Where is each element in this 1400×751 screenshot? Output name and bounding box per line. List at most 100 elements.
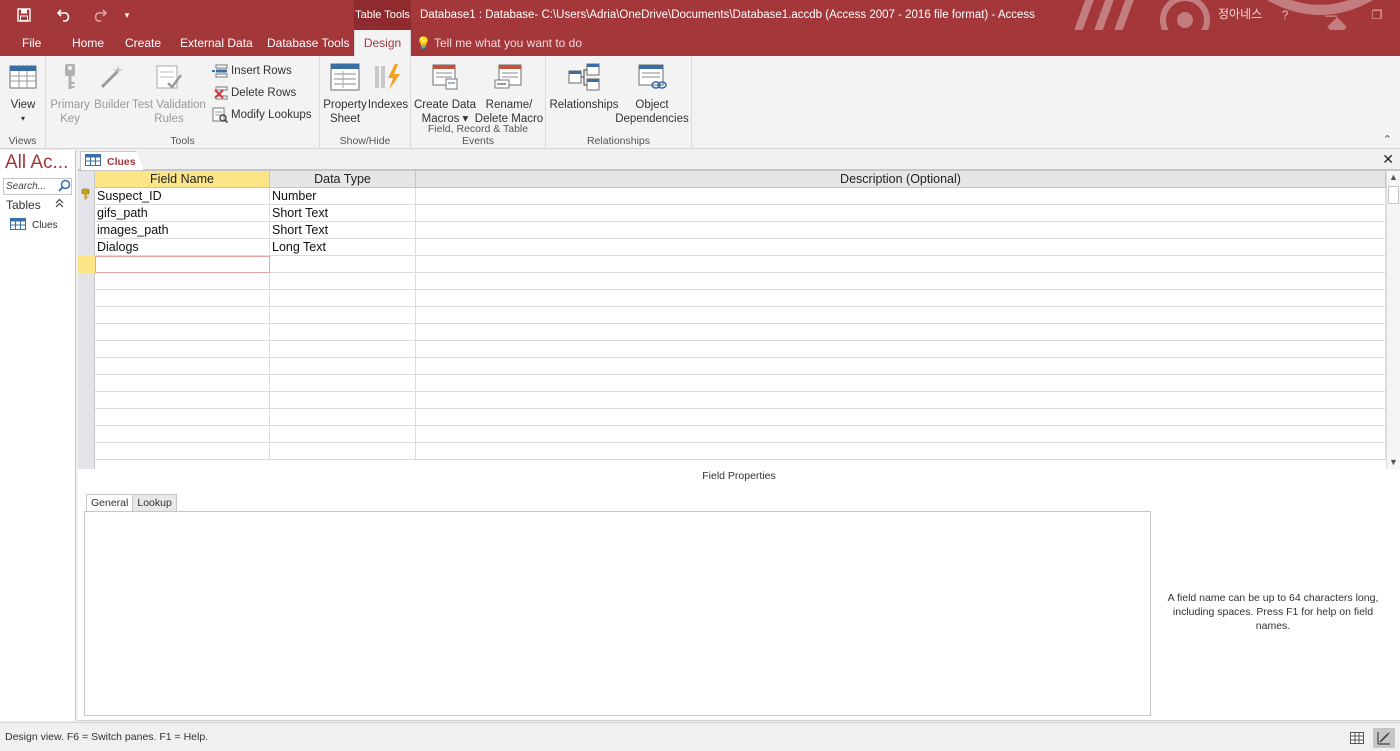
cell-field-name[interactable]: Dialogs <box>95 239 270 256</box>
row-selector[interactable] <box>78 239 95 256</box>
cell-field-name[interactable] <box>95 273 270 290</box>
property-sheet-button[interactable]: Property Sheet <box>323 60 367 126</box>
cell-field-name[interactable] <box>95 409 270 426</box>
cell-description[interactable] <box>416 290 1386 307</box>
minimize-button[interactable]: — <box>1308 0 1354 30</box>
object-dependencies-button[interactable]: Object Dependencies <box>615 60 689 126</box>
cell-description[interactable] <box>416 409 1386 426</box>
cell-description[interactable] <box>416 443 1386 460</box>
cell-data-type[interactable] <box>270 358 416 375</box>
cell-data-type[interactable] <box>270 426 416 443</box>
row-selector[interactable] <box>78 358 95 375</box>
modify-lookups-button[interactable]: Modify Lookups <box>212 105 312 125</box>
cell-data-type[interactable] <box>270 290 416 307</box>
undo-icon[interactable] <box>48 0 82 30</box>
builder-button[interactable]: Builder <box>94 60 130 112</box>
field-properties-panel[interactable] <box>84 511 1151 716</box>
scrollbar-thumb[interactable] <box>1388 186 1399 204</box>
scroll-up-icon[interactable]: ▲ <box>1387 171 1400 184</box>
cell-description[interactable] <box>416 375 1386 392</box>
delete-rows-button[interactable]: Delete Rows <box>212 83 296 103</box>
column-header-description[interactable]: Description (Optional) <box>416 171 1386 188</box>
nav-pane-title[interactable]: All Ac... <box>5 152 68 174</box>
row-selector[interactable] <box>78 256 95 273</box>
cell-data-type[interactable] <box>270 375 416 392</box>
cell-data-type[interactable] <box>270 341 416 358</box>
customize-qat-icon[interactable]: ▾ <box>116 0 138 30</box>
document-tab-clues[interactable]: Clues <box>80 151 144 171</box>
restore-button[interactable]: ❐ <box>1354 0 1400 30</box>
tab-general[interactable]: General <box>86 494 134 512</box>
tab-lookup[interactable]: Lookup <box>132 494 177 512</box>
cell-field-name[interactable] <box>95 358 270 375</box>
primary-key-button[interactable]: Primary Key <box>50 60 90 126</box>
relationships-button[interactable]: Relationships <box>549 60 619 112</box>
row-selector[interactable] <box>78 375 95 392</box>
design-view-icon[interactable] <box>1373 728 1395 748</box>
cell-data-type[interactable]: Number <box>270 188 416 205</box>
cell-description[interactable] <box>416 188 1386 205</box>
cell-field-name[interactable] <box>95 324 270 341</box>
cell-description[interactable] <box>416 256 1386 273</box>
row-selector[interactable] <box>78 426 95 443</box>
cell-data-type[interactable] <box>270 256 416 273</box>
cell-description[interactable] <box>416 341 1386 358</box>
cell-field-name[interactable] <box>95 426 270 443</box>
column-header-data-type[interactable]: Data Type <box>270 171 416 188</box>
cell-description[interactable] <box>416 324 1386 341</box>
row-selector[interactable] <box>78 222 95 239</box>
help-button[interactable]: ? <box>1262 0 1308 30</box>
datasheet-view-icon[interactable] <box>1346 728 1368 748</box>
cell-data-type[interactable] <box>270 392 416 409</box>
cell-data-type[interactable] <box>270 273 416 290</box>
cell-data-type[interactable]: Short Text <box>270 205 416 222</box>
chevron-up-icon[interactable] <box>55 198 64 211</box>
cell-field-name[interactable] <box>95 307 270 324</box>
row-selector[interactable] <box>78 324 95 341</box>
scroll-down-icon[interactable]: ▼ <box>1387 456 1400 469</box>
cell-description[interactable] <box>416 222 1386 239</box>
row-selector[interactable] <box>78 341 95 358</box>
cell-description[interactable] <box>416 426 1386 443</box>
view-button[interactable]: View ▾ <box>7 60 39 126</box>
cell-field-name[interactable] <box>95 256 270 273</box>
cell-field-name[interactable] <box>95 341 270 358</box>
cell-data-type[interactable] <box>270 409 416 426</box>
tab-database-tools[interactable]: Database Tools <box>263 30 354 56</box>
row-selector[interactable] <box>78 205 95 222</box>
cell-field-name[interactable]: gifs_path <box>95 205 270 222</box>
cell-data-type[interactable]: Short Text <box>270 222 416 239</box>
tab-create[interactable]: Create <box>121 30 165 56</box>
close-icon[interactable]: ✕ <box>1382 151 1394 168</box>
row-selector[interactable] <box>78 273 95 290</box>
rename-delete-macro-button[interactable]: Rename/ Delete Macro <box>474 60 544 126</box>
cell-data-type[interactable]: Long Text <box>270 239 416 256</box>
cell-field-name[interactable] <box>95 290 270 307</box>
cell-field-name[interactable]: images_path <box>95 222 270 239</box>
redo-icon[interactable] <box>82 0 116 30</box>
row-selector[interactable] <box>78 307 95 324</box>
cell-description[interactable] <box>416 358 1386 375</box>
tab-design[interactable]: Design <box>354 30 411 56</box>
create-data-macros-button[interactable]: Create Data Macros ▾ <box>414 60 476 126</box>
cell-field-name[interactable] <box>95 392 270 409</box>
tab-home[interactable]: Home <box>68 30 108 56</box>
cell-data-type[interactable] <box>270 307 416 324</box>
cell-field-name[interactable] <box>95 443 270 460</box>
column-header-field-name[interactable]: Field Name <box>95 171 270 188</box>
search-icon[interactable] <box>58 179 71 195</box>
tab-file[interactable]: File <box>18 30 42 56</box>
tab-external-data[interactable]: External Data <box>176 30 257 56</box>
cell-data-type[interactable] <box>270 324 416 341</box>
account-name[interactable]: 정아네스 <box>1218 5 1262 22</box>
row-selector[interactable] <box>78 290 95 307</box>
indexes-button[interactable]: Indexes <box>368 60 408 112</box>
cell-description[interactable] <box>416 239 1386 256</box>
insert-rows-button[interactable]: Insert Rows <box>212 61 292 81</box>
cell-description[interactable] <box>416 307 1386 324</box>
row-selector[interactable] <box>78 392 95 409</box>
cell-description[interactable] <box>416 392 1386 409</box>
cell-field-name[interactable]: Suspect_ID <box>95 188 270 205</box>
vertical-scrollbar[interactable]: ▲ ▼ <box>1386 171 1400 469</box>
cell-description[interactable] <box>416 273 1386 290</box>
